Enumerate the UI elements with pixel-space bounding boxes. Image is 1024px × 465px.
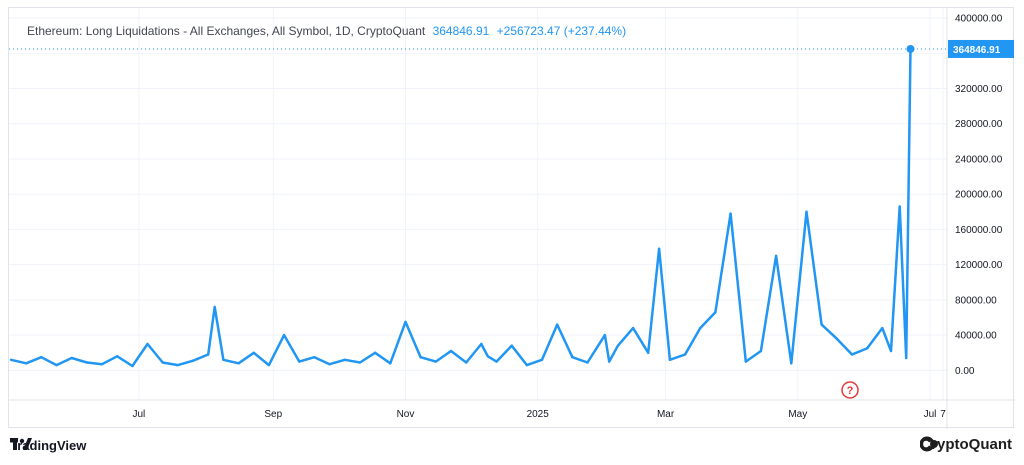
data-point xyxy=(525,363,529,367)
chart-frame: 400000.00360000.00320000.00280000.002400… xyxy=(8,7,1015,429)
data-point xyxy=(714,311,717,314)
data-point xyxy=(252,351,255,354)
legend-last-value: 364846.91 xyxy=(432,24,490,38)
data-point xyxy=(647,351,650,354)
tradingview-brand[interactable]: TradingView xyxy=(10,438,86,453)
data-point xyxy=(571,355,574,359)
legend-change: +256723.47 (+237.44%) xyxy=(496,24,627,38)
data-point xyxy=(881,326,884,330)
y-tick-label: 80000.00 xyxy=(955,295,997,306)
x-tick-label: May xyxy=(788,409,807,420)
x-tick-label: Jul xyxy=(132,409,145,420)
data-point xyxy=(774,254,778,258)
data-point xyxy=(744,360,747,363)
data-point xyxy=(555,323,559,326)
data-point xyxy=(267,363,271,367)
y-tick-label: 40000.00 xyxy=(955,331,997,342)
data-point xyxy=(790,362,793,365)
data-point xyxy=(850,353,854,356)
y-tick-label: 280000.00 xyxy=(955,119,1003,130)
data-point xyxy=(540,358,544,362)
data-point xyxy=(510,344,513,347)
data-point xyxy=(480,342,483,346)
data-point xyxy=(207,353,210,356)
x-tick-label: 2025 xyxy=(527,409,550,420)
data-point xyxy=(40,355,43,359)
tradingview-logo-icon xyxy=(10,438,32,450)
data-point xyxy=(373,351,377,354)
data-point xyxy=(358,361,362,364)
data-point xyxy=(328,363,331,366)
data-point xyxy=(631,326,635,330)
x-tick-label: Sep xyxy=(264,409,282,420)
x-tick-label: Mar xyxy=(657,409,675,420)
data-point xyxy=(904,356,908,360)
data-point xyxy=(343,358,346,362)
x-tick-label: Jul xyxy=(924,409,937,420)
data-point xyxy=(898,205,901,208)
data-point xyxy=(389,362,392,365)
y-tick-label: 320000.00 xyxy=(955,84,1003,95)
data-point xyxy=(298,360,301,363)
data-point xyxy=(9,358,13,362)
data-point xyxy=(146,342,149,346)
data-point xyxy=(419,355,422,359)
x-tick-label: Nov xyxy=(397,409,415,420)
data-point xyxy=(313,355,316,359)
data-point xyxy=(222,358,225,362)
data-point xyxy=(213,305,216,309)
data-point xyxy=(100,363,104,366)
data-point xyxy=(486,355,490,358)
chart-legend: Ethereum: Long Liquidations - All Exchan… xyxy=(27,24,626,38)
data-point xyxy=(404,320,407,324)
y-tick-label: 160000.00 xyxy=(955,225,1003,236)
data-point xyxy=(434,360,438,363)
data-point xyxy=(805,210,808,214)
data-point xyxy=(176,363,180,367)
data-point xyxy=(729,212,732,215)
data-point xyxy=(449,349,453,353)
legend-title: Ethereum: Long Liquidations - All Exchan… xyxy=(27,24,426,38)
cryptoquant-logo-icon xyxy=(920,436,939,452)
last-value-marker xyxy=(906,44,915,53)
y-tick-label: 400000.00 xyxy=(955,14,1003,25)
data-point xyxy=(657,247,661,251)
x-tick-label: 7 xyxy=(940,409,946,420)
data-point xyxy=(70,356,73,360)
data-point xyxy=(603,333,607,337)
y-tick-label: 0.00 xyxy=(955,366,975,377)
data-point xyxy=(668,358,672,362)
data-point xyxy=(820,323,823,326)
y-tick-label: 240000.00 xyxy=(955,154,1003,165)
data-point xyxy=(464,361,468,364)
data-point xyxy=(835,337,838,340)
y-tick-label: 200000.00 xyxy=(955,190,1003,201)
data-point xyxy=(586,361,589,364)
data-point xyxy=(865,347,869,350)
data-point xyxy=(616,344,620,347)
data-point xyxy=(191,359,195,362)
data-point xyxy=(699,326,702,330)
data-point xyxy=(683,353,687,356)
data-point xyxy=(759,349,763,353)
y-tick-label: 120000.00 xyxy=(955,260,1003,271)
data-point xyxy=(116,355,119,358)
data-point xyxy=(55,363,58,367)
data-point xyxy=(495,360,498,363)
data-point xyxy=(608,360,611,363)
data-point xyxy=(161,361,164,364)
last-value-badge-label: 364846.91 xyxy=(953,45,1001,56)
chart-plot[interactable]: 400000.00360000.00320000.00280000.002400… xyxy=(9,8,1015,429)
data-point xyxy=(889,349,893,353)
series-line-long-liquidations xyxy=(10,48,912,368)
data-point xyxy=(237,362,240,365)
data-point xyxy=(24,362,28,365)
question-icon-glyph: ? xyxy=(847,385,854,397)
data-point xyxy=(85,361,89,364)
data-point xyxy=(131,364,134,368)
data-point xyxy=(282,333,286,337)
cryptoquant-brand[interactable]: CryptoQuant xyxy=(920,436,1012,453)
